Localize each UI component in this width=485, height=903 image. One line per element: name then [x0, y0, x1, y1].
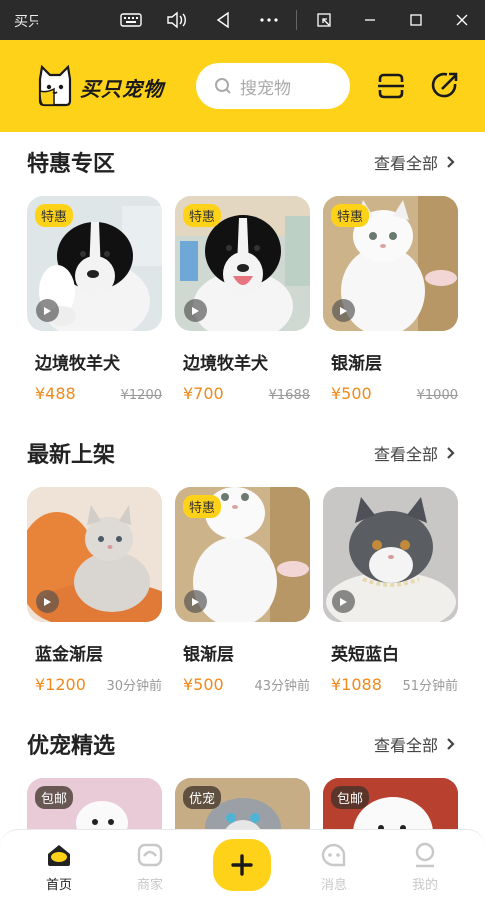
- promo-badge: 特惠: [183, 204, 222, 227]
- titlebar-divider: [296, 10, 297, 30]
- see-all-label: 查看全部: [373, 736, 438, 755]
- app-header: 买只宠物 搜宠物: [0, 40, 485, 132]
- chevron-right-icon: [447, 738, 455, 750]
- pet-card[interactable]: 蓝金渐层 ¥1200 30分钟前: [27, 487, 162, 694]
- chevron-right-icon: [447, 447, 455, 459]
- see-all-link[interactable]: 查看全部: [374, 150, 455, 174]
- promo-badge: 特惠: [183, 495, 222, 518]
- pet-name: 边境牧羊犬: [35, 354, 120, 374]
- pet-photo-border-collie: 特惠: [175, 196, 310, 331]
- pet-price: ¥488: [35, 384, 76, 403]
- nav-label: 我的: [411, 878, 438, 893]
- pet-photo-british-shorthair: [323, 487, 458, 622]
- bottom-navigation: 首页 商家 消息 我的: [0, 829, 485, 903]
- search-placeholder: 搜宠物: [240, 78, 291, 99]
- pet-price: ¥1200: [35, 675, 86, 694]
- play-video-icon[interactable]: [36, 590, 59, 613]
- pet-name: 银渐层: [331, 354, 382, 374]
- pet-price: ¥500: [331, 384, 372, 403]
- nav-label: 首页: [45, 878, 72, 893]
- pet-photo-border-collie: 特惠: [27, 196, 162, 331]
- nav-label: 商家: [136, 878, 163, 893]
- close-icon[interactable]: [450, 8, 474, 32]
- original-price: ¥1200: [120, 388, 162, 403]
- section-title: 最新上架: [27, 443, 116, 468]
- home-icon: [48, 845, 70, 866]
- see-all-label: 查看全部: [373, 154, 438, 173]
- pin-window-icon[interactable]: [312, 8, 336, 32]
- see-all-label: 查看全部: [373, 445, 438, 464]
- see-all-link[interactable]: 查看全部: [374, 441, 455, 465]
- window-title: 买只宠物: [14, 14, 38, 30]
- free-shipping-badge: 包邮: [35, 786, 74, 809]
- premium-badge: 优宠: [183, 786, 222, 809]
- pet-name: 蓝金渐层: [35, 645, 103, 665]
- search-input[interactable]: 搜宠物: [196, 63, 350, 109]
- original-price: ¥1000: [416, 388, 458, 403]
- volume-icon[interactable]: [165, 8, 189, 32]
- chevron-right-icon: [447, 156, 455, 168]
- original-price: ¥1688: [268, 388, 310, 403]
- nav-profile[interactable]: 我的: [395, 842, 455, 893]
- play-video-icon[interactable]: [332, 299, 355, 322]
- pet-name: 边境牧羊犬: [183, 354, 268, 374]
- pet-photo-silver-shaded: 特惠: [175, 487, 310, 622]
- message-icon: [321, 843, 346, 867]
- play-video-icon[interactable]: [184, 590, 207, 613]
- scan-icon[interactable]: [375, 70, 407, 102]
- pet-card[interactable]: 英短蓝白 ¥1088 51分钟前: [323, 487, 458, 694]
- pet-price: ¥1088: [331, 675, 382, 694]
- pet-photo-silver-shaded: 特惠: [323, 196, 458, 331]
- nav-messages[interactable]: 消息: [304, 842, 364, 893]
- play-video-icon[interactable]: [36, 299, 59, 322]
- brand-name: 买只宠物: [80, 77, 164, 101]
- section-title: 特惠专区: [27, 152, 116, 177]
- pet-card[interactable]: 特惠 银渐层 ¥500 43分钟前: [175, 487, 310, 694]
- plus-icon: [231, 854, 253, 876]
- section-title: 优宠精选: [27, 734, 116, 759]
- pet-card[interactable]: 特惠 边境牧羊犬 ¥488 ¥1200: [27, 196, 162, 403]
- see-all-link[interactable]: 查看全部: [374, 732, 455, 756]
- nav-label: 消息: [320, 878, 347, 893]
- pet-name: 银渐层: [183, 645, 234, 665]
- cat-logo-icon: [36, 64, 74, 107]
- minimize-icon[interactable]: [358, 8, 382, 32]
- pet-card[interactable]: 特惠 边境牧羊犬 ¥700 ¥1688: [175, 196, 310, 403]
- window-titlebar: 买只宠物: [0, 0, 485, 40]
- listed-time: 51分钟前: [402, 679, 458, 694]
- pet-price: ¥700: [183, 384, 224, 403]
- nav-shop[interactable]: 商家: [120, 842, 180, 893]
- free-shipping-badge: 包邮: [331, 786, 370, 809]
- pet-card[interactable]: 特惠 银渐层 ¥500 ¥1000: [323, 196, 458, 403]
- maximize-icon[interactable]: [404, 8, 428, 32]
- profile-icon: [415, 842, 435, 868]
- pet-name: 英短蓝白: [331, 645, 399, 665]
- play-video-icon[interactable]: [332, 590, 355, 613]
- listed-time: 30分钟前: [106, 679, 162, 694]
- nav-home[interactable]: 首页: [29, 842, 89, 893]
- promo-badge: 特惠: [35, 204, 74, 227]
- pet-photo-blue-golden-shaded: [27, 487, 162, 622]
- promo-badge: 特惠: [331, 204, 370, 227]
- pet-price: ¥500: [183, 675, 224, 694]
- more-icon[interactable]: [257, 8, 281, 32]
- shop-icon: [137, 843, 163, 867]
- play-video-icon[interactable]: [184, 299, 207, 322]
- publish-icon[interactable]: [429, 70, 461, 102]
- listed-time: 43分钟前: [254, 679, 310, 694]
- back-icon[interactable]: [211, 8, 235, 32]
- keyboard-icon[interactable]: [119, 8, 143, 32]
- add-listing-button[interactable]: [213, 839, 271, 891]
- search-icon: [215, 78, 231, 94]
